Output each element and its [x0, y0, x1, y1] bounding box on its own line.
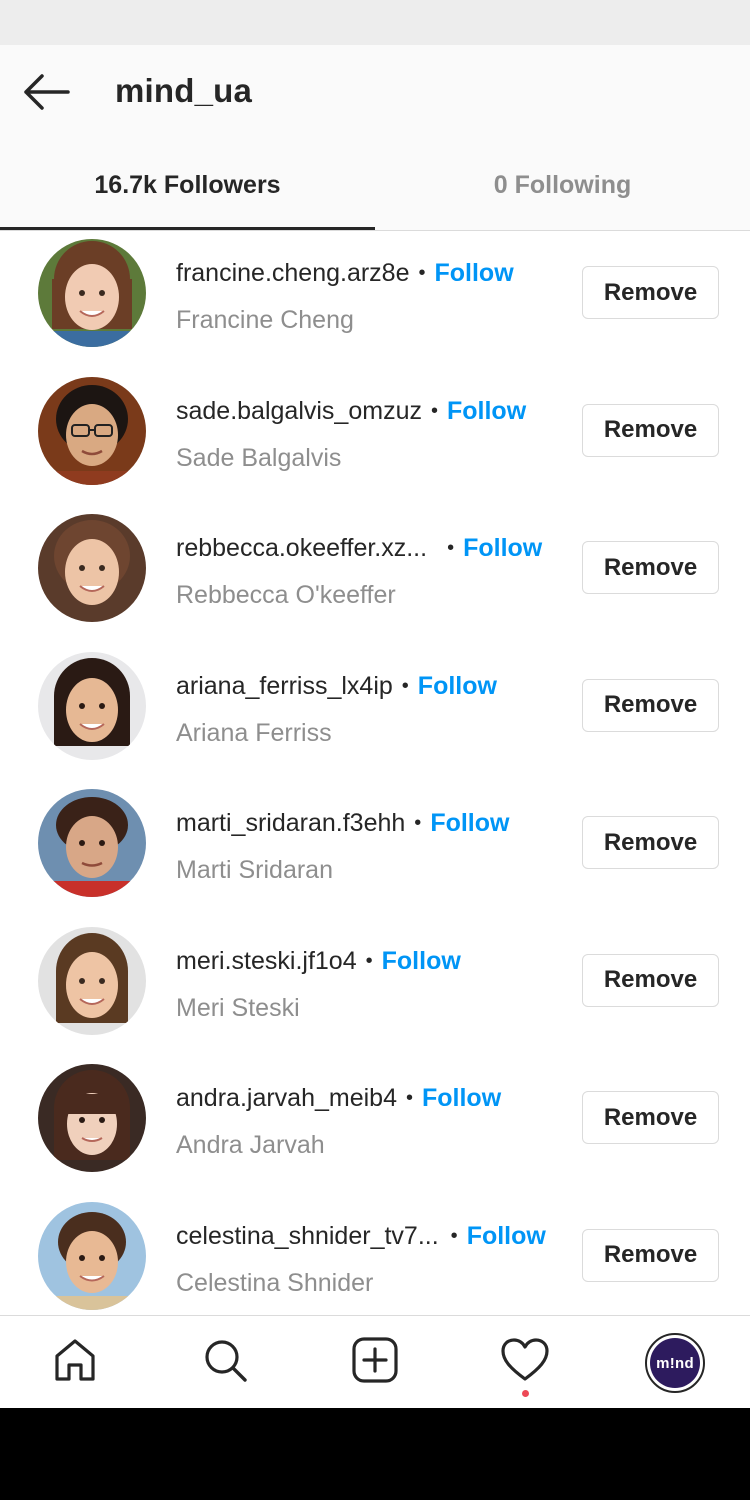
separator-dot: •	[418, 262, 426, 284]
full-name: Sade Balgalvis	[176, 443, 342, 472]
remove-button[interactable]: Remove	[582, 816, 719, 869]
avatar[interactable]	[38, 239, 146, 347]
tab-followers[interactable]: 16.7k Followers	[0, 140, 375, 230]
username-line: meri.steski.jf1o4 • Follow	[176, 947, 461, 976]
avatar[interactable]	[38, 926, 146, 1035]
remove-button[interactable]: Remove	[582, 1228, 719, 1282]
nav-activity[interactable]	[495, 1330, 555, 1390]
nav-new-post[interactable]	[345, 1330, 405, 1390]
follow-button[interactable]: Follow	[447, 397, 526, 426]
follow-button[interactable]: Follow	[435, 259, 514, 288]
remove-button[interactable]: Remove	[582, 403, 719, 457]
full-name: Celestina Shnider	[176, 1268, 374, 1297]
separator-dot: •	[414, 812, 422, 834]
username[interactable]: celestina_shnider_tv7...	[176, 1222, 439, 1251]
separator-dot: •	[430, 399, 438, 422]
full-name: Andra Jarvah	[176, 1131, 325, 1159]
follow-button[interactable]: Follow	[382, 947, 461, 976]
tab-bar: 16.7k Followers 0 Following	[0, 140, 750, 231]
new-post-icon	[352, 1337, 398, 1383]
arrow-left-icon	[24, 74, 70, 110]
remove-button[interactable]: Remove	[582, 266, 719, 319]
remove-button[interactable]: Remove	[582, 541, 719, 594]
home-icon	[55, 1339, 95, 1381]
follower-row: rebbecca.okeeffer.xz... • Follow Rebbecc…	[0, 506, 750, 644]
avatar[interactable]	[38, 1201, 146, 1310]
avatar[interactable]	[38, 1064, 146, 1172]
nav-profile[interactable]: m!nd	[645, 1333, 705, 1393]
username[interactable]: meri.steski.jf1o4	[176, 947, 357, 976]
search-icon	[205, 1340, 247, 1382]
full-name: Marti Sridaran	[176, 856, 333, 884]
notification-dot	[522, 1390, 529, 1397]
avatar[interactable]	[38, 514, 146, 622]
nav-home[interactable]	[45, 1330, 105, 1390]
tab-following[interactable]: 0 Following	[375, 140, 750, 230]
follower-row: sade.balgalvis_omzuz • Follow Sade Balga…	[0, 369, 750, 507]
full-name: Meri Steski	[176, 993, 300, 1022]
follower-row: celestina_shnider_tv7... • Follow Celest…	[0, 1194, 750, 1316]
follow-button[interactable]: Follow	[467, 1222, 546, 1251]
avatar[interactable]	[38, 376, 146, 485]
username[interactable]: francine.cheng.arz8e	[176, 259, 409, 288]
username[interactable]: rebbecca.okeeffer.xz...	[176, 534, 427, 563]
username-line: rebbecca.okeeffer.xz... • Follow	[176, 534, 542, 563]
follower-row: marti_sridaran.f3ehh • Follow Marti Srid…	[0, 781, 750, 919]
username[interactable]: sade.balgalvis_omzuz	[176, 397, 422, 426]
follow-button[interactable]: Follow	[422, 1084, 501, 1113]
page-title: mind_ua	[115, 72, 253, 109]
remove-button[interactable]: Remove	[582, 1091, 719, 1144]
username-line: sade.balgalvis_omzuz • Follow	[176, 397, 526, 426]
followers-list[interactable]: francine.cheng.arz8e • Follow Francine C…	[0, 231, 750, 1315]
username-line: francine.cheng.arz8e • Follow	[176, 259, 514, 288]
nav-search[interactable]	[195, 1330, 255, 1390]
follow-button[interactable]: Follow	[463, 534, 542, 563]
back-button[interactable]	[18, 67, 74, 117]
username-line: ariana_ferriss_lx4ip • Follow	[176, 672, 497, 701]
follower-row: francine.cheng.arz8e • Follow Francine C…	[0, 231, 750, 369]
bottom-navigation: m!nd	[0, 1315, 750, 1408]
follower-row: ariana_ferriss_lx4ip • Follow Ariana Fer…	[0, 644, 750, 782]
system-navigation-bar	[0, 1408, 750, 1500]
follow-button[interactable]: Follow	[418, 672, 497, 701]
separator-dot: •	[450, 1224, 458, 1247]
active-tab-indicator	[0, 227, 375, 230]
top-header: mind_ua	[0, 45, 750, 140]
follower-row: meri.steski.jf1o4 • Follow Meri Steski R…	[0, 919, 750, 1057]
avatar[interactable]	[38, 789, 146, 897]
full-name: Rebbecca O'keeffer	[176, 581, 396, 609]
avatar[interactable]	[38, 651, 146, 760]
separator-dot: •	[401, 674, 409, 697]
username[interactable]: marti_sridaran.f3ehh	[176, 809, 405, 838]
username[interactable]: ariana_ferriss_lx4ip	[176, 672, 393, 701]
status-bar	[0, 0, 750, 45]
username-line: andra.jarvah_meib4 • Follow	[176, 1084, 501, 1113]
username-line: marti_sridaran.f3ehh • Follow	[176, 809, 509, 838]
remove-button[interactable]: Remove	[582, 953, 719, 1007]
username-line: celestina_shnider_tv7... • Follow	[176, 1222, 546, 1251]
follower-row: andra.jarvah_meib4 • Follow Andra Jarvah…	[0, 1056, 750, 1194]
remove-button[interactable]: Remove	[582, 678, 719, 732]
separator-dot: •	[447, 537, 455, 559]
full-name: Ariana Ferriss	[176, 718, 332, 747]
full-name: Francine Cheng	[176, 306, 354, 334]
separator-dot: •	[365, 949, 373, 972]
activity-heart-icon	[501, 1338, 549, 1381]
follow-button[interactable]: Follow	[430, 809, 509, 838]
username[interactable]: andra.jarvah_meib4	[176, 1084, 397, 1113]
separator-dot: •	[405, 1087, 413, 1109]
profile-logo: m!nd	[650, 1338, 700, 1388]
